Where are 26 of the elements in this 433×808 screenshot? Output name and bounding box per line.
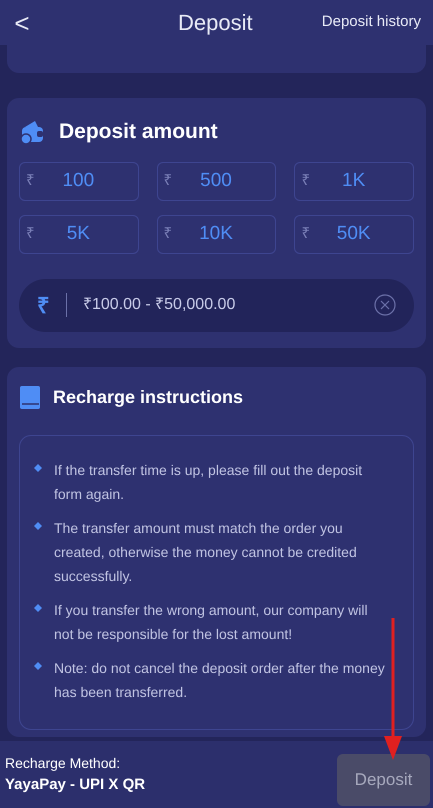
deposit-history-link[interactable]: Deposit history	[322, 11, 421, 34]
section-title: Deposit amount	[59, 119, 218, 145]
bullet-icon	[34, 662, 42, 670]
book-icon	[19, 385, 41, 410]
amount-input[interactable]: ₹100.00 - ₹50,000.00	[83, 293, 374, 317]
clear-icon[interactable]	[374, 294, 396, 316]
instruction-text: Note: do not cancel the deposit order after the money has been transferred.	[54, 659, 386, 702]
instruction-text: The transfer amount must match the order you created, otherwise the money cannot be credited successfully.	[54, 519, 358, 586]
amount-option[interactable]: ₹ 500	[156, 162, 276, 200]
bullet-icon	[34, 604, 42, 612]
back-button[interactable]: <	[12, 10, 32, 36]
section-title: Recharge instructions	[53, 386, 244, 409]
instruction-text: If you transfer the wrong amount, our company will not be responsible for the lost amount!	[54, 601, 369, 644]
amount-option[interactable]: ₹ 50K	[294, 214, 414, 254]
amount-option[interactable]: ₹ 10K	[156, 214, 276, 254]
instruction-text: If the transfer time is up, please fill out the deposit form again.	[54, 461, 364, 504]
amount-option[interactable]: ₹ 1K	[294, 162, 414, 200]
bullet-icon	[34, 522, 42, 530]
page-title: Deposit	[178, 9, 253, 37]
rupee-icon: ₹	[37, 288, 50, 322]
method-value: YayaPay - UPI X QR	[5, 774, 146, 795]
amount-input-field[interactable]: ₹ ₹100.00 - ₹50,000.00	[19, 278, 414, 332]
method-label: Recharge Method:	[5, 754, 122, 773]
amount-option[interactable]: ₹ 5K	[19, 214, 139, 254]
bullet-icon	[34, 464, 42, 472]
amount-option[interactable]: ₹ 100	[19, 162, 139, 200]
